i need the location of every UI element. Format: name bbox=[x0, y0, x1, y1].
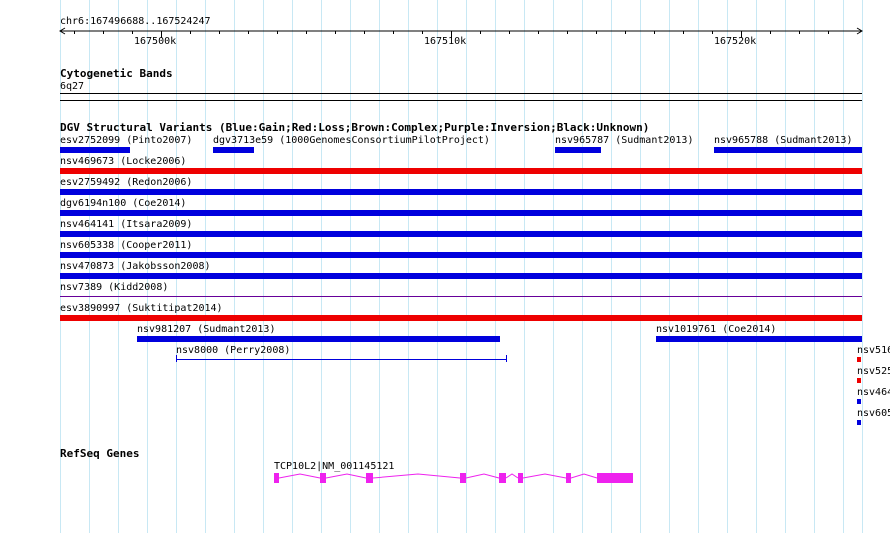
grid-line bbox=[524, 0, 525, 533]
variant-label: nsv981207 (Sudmant2013) bbox=[137, 324, 276, 335]
grid-line bbox=[263, 0, 264, 533]
dgv-track-title: DGV Structural Variants (Blue:Gain;Red:L… bbox=[60, 121, 650, 134]
grid-line bbox=[553, 0, 554, 533]
cytoband-track-title: Cytogenetic Bands bbox=[60, 67, 173, 80]
variant-label: dgv3713e59 (1000GenomesConsortiumPilotPr… bbox=[213, 135, 490, 146]
variant-label: esv2759492 (Redon2006) bbox=[60, 177, 193, 188]
grid-line bbox=[379, 0, 380, 533]
variant-gain-bar[interactable] bbox=[857, 420, 861, 425]
variant-label: nsv464 bbox=[857, 387, 890, 398]
variant-loss-bar[interactable] bbox=[857, 378, 861, 383]
variant-gain-bar[interactable] bbox=[213, 147, 254, 153]
grid-line bbox=[611, 0, 612, 533]
variant-label: dgv6194n100 (Coe2014) bbox=[60, 198, 187, 209]
track-separator bbox=[60, 100, 862, 101]
grid-line bbox=[466, 0, 467, 533]
grid-line bbox=[350, 0, 351, 533]
variant-loss-bar[interactable] bbox=[857, 357, 861, 362]
variant-gain-bar[interactable] bbox=[137, 336, 500, 342]
variant-label: esv3890997 (Suktitipat2014) bbox=[60, 303, 223, 314]
grid-line bbox=[814, 0, 815, 533]
grid-line bbox=[408, 0, 409, 533]
variant-loss-bar[interactable] bbox=[60, 168, 862, 174]
variant-label: nsv1019761 (Coe2014) bbox=[656, 324, 777, 335]
grid-line bbox=[727, 0, 728, 533]
grid-line bbox=[843, 0, 844, 533]
grid-line bbox=[234, 0, 235, 533]
variant-label: esv2752099 (Pinto2007) bbox=[60, 135, 193, 146]
grid-line bbox=[756, 0, 757, 533]
variant-label: nsv469673 (Locke2006) bbox=[60, 156, 187, 167]
grid-line bbox=[862, 0, 863, 533]
variant-label: nsv516 bbox=[857, 345, 890, 356]
variant-label: nsv464141 (Itsara2009) bbox=[60, 219, 193, 230]
variant-gain-bar[interactable] bbox=[714, 147, 862, 153]
variant-label: nsv605 bbox=[857, 408, 890, 419]
grid-line bbox=[669, 0, 670, 533]
variant-gain-bar[interactable] bbox=[555, 147, 601, 153]
variant-gain-bar[interactable] bbox=[60, 210, 862, 216]
variant-label: nsv965788 (Sudmant2013) bbox=[714, 135, 853, 146]
variant-loss-bar[interactable] bbox=[60, 315, 862, 321]
variant-label: nsv470873 (Jakobsson2008) bbox=[60, 261, 211, 272]
ruler-tick-label: 167520k bbox=[714, 36, 757, 47]
variant-gain-bar[interactable] bbox=[60, 147, 130, 153]
variant-gain-interval[interactable] bbox=[175, 354, 509, 364]
refseq-track-title: RefSeq Genes bbox=[60, 447, 140, 460]
variant-gain-bar[interactable] bbox=[60, 273, 862, 279]
genome-browser-canvas: chr6:167496688..167524247 167500k 167510… bbox=[0, 0, 890, 533]
grid-line bbox=[437, 0, 438, 533]
ruler-tick-label: 167500k bbox=[134, 36, 177, 47]
variant-gain-bar[interactable] bbox=[60, 231, 862, 237]
variant-gain-bar[interactable] bbox=[60, 252, 862, 258]
gene-model[interactable] bbox=[270, 468, 636, 488]
variant-label: nsv7389 (Kidd2008) bbox=[60, 282, 169, 293]
grid-line bbox=[321, 0, 322, 533]
cytoband-label: 6q27 bbox=[60, 81, 85, 92]
variant-gain-bar[interactable] bbox=[857, 399, 861, 404]
variant-gain-bar[interactable] bbox=[656, 336, 862, 342]
cytoband-ideogram[interactable] bbox=[60, 93, 862, 94]
variant-inversion-line[interactable] bbox=[60, 296, 862, 297]
grid-line bbox=[582, 0, 583, 533]
variant-label: nsv965787 (Sudmant2013) bbox=[555, 135, 694, 146]
variant-gain-bar[interactable] bbox=[60, 189, 862, 195]
ruler-tick-label: 167510k bbox=[424, 36, 467, 47]
grid-line bbox=[495, 0, 496, 533]
variant-label: nsv605338 (Cooper2011) bbox=[60, 240, 193, 251]
grid-line bbox=[785, 0, 786, 533]
grid-line bbox=[640, 0, 641, 533]
variant-label: nsv525 bbox=[857, 366, 890, 377]
grid-line bbox=[698, 0, 699, 533]
grid-line bbox=[292, 0, 293, 533]
